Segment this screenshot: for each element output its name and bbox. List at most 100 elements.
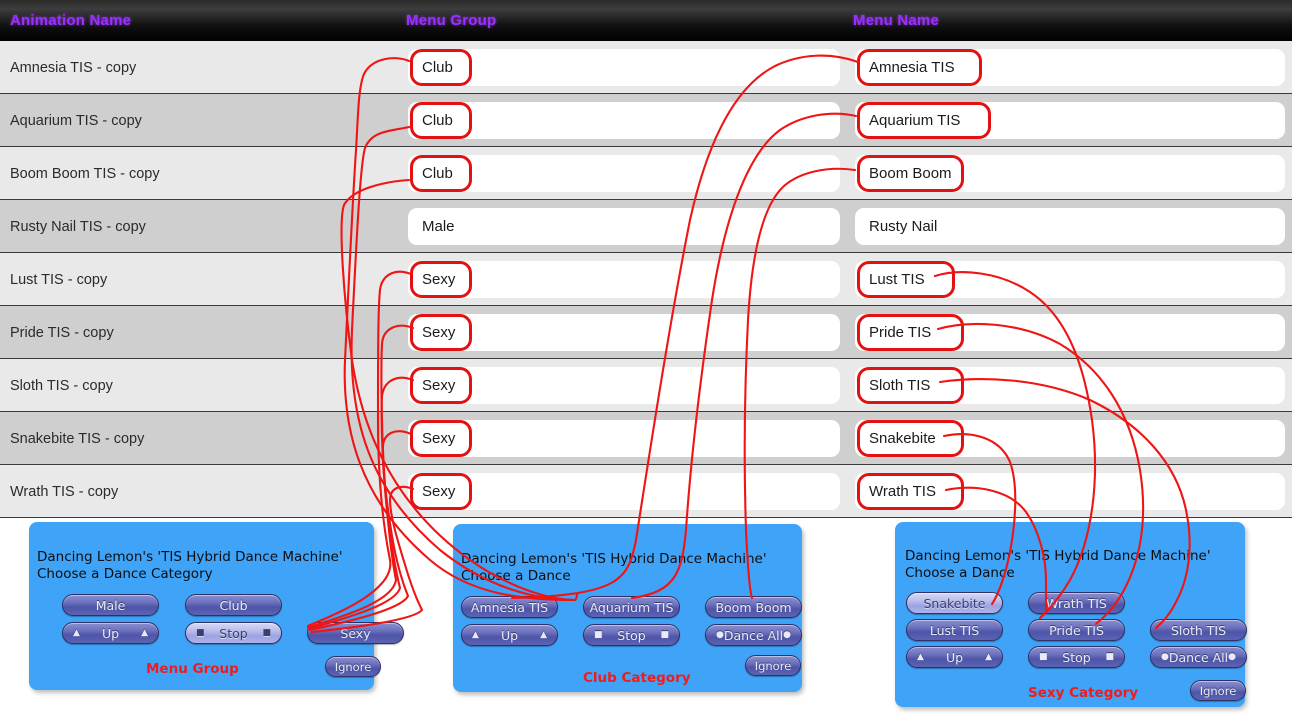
triangle-up-icon: ▲ [472, 629, 479, 640]
cell-animation-name: Wrath TIS - copy [10, 483, 119, 500]
cell-animation-name: Rusty Nail TIS - copy [10, 218, 146, 235]
square-icon: ■ [1039, 651, 1048, 662]
dialog-button-up[interactable]: ▲ Up ▲ [461, 624, 558, 646]
dialog-button-wrath-tis[interactable]: Wrath TIS [1028, 592, 1125, 614]
dialog-button-dance-all[interactable]: ● Dance All ● [1150, 646, 1247, 668]
dialog-button-ignore[interactable]: Ignore [325, 656, 381, 677]
dialog-button-ignore[interactable]: Ignore [745, 655, 801, 676]
dialog-menu-group[interactable]: Dancing Lemon's 'TIS Hybrid Dance Machin… [29, 522, 404, 690]
input-menu-name[interactable]: Lust TIS [855, 261, 1285, 298]
input-menu-name[interactable]: Snakebite [855, 420, 1285, 457]
input-menu-name[interactable]: Sloth TIS [855, 367, 1285, 404]
dialog-button-stop[interactable]: ■ Stop ■ [185, 622, 282, 644]
table-row: Snakebite TIS - copy Sexy Snakebite [0, 412, 1292, 465]
button-label: Aquarium TIS [589, 599, 674, 615]
dialog-sexy-category[interactable]: Dancing Lemon's 'TIS Hybrid Dance Machin… [895, 522, 1247, 707]
cell-animation-name: Pride TIS - copy [10, 324, 114, 341]
cell-animation-name: Lust TIS - copy [10, 271, 108, 288]
cell-animation-name: Aquarium TIS - copy [10, 112, 142, 129]
button-label: Stop [617, 627, 646, 643]
dialog-button-up[interactable]: ▲ Up ▲ [62, 622, 159, 644]
button-label: Snakebite [923, 595, 986, 611]
dialog-button-stop[interactable]: ■ Stop ■ [583, 624, 680, 646]
table-body: Amnesia TIS - copy Club Amnesia TIS Aquariu… [0, 41, 1292, 518]
triangle-up-icon-2: ▲ [540, 629, 547, 640]
dialog-button-stop[interactable]: ■ Stop ■ [1028, 646, 1125, 668]
button-label: Club [219, 597, 248, 613]
dialog-caption: Club Category [583, 670, 691, 686]
dialog-button-lust-tis[interactable]: Lust TIS [906, 619, 1003, 641]
dialog-button-aquarium-tis[interactable]: Aquarium TIS [583, 596, 680, 618]
table-row: Pride TIS - copy Sexy Pride TIS [0, 306, 1292, 359]
input-menu-group[interactable]: Club [408, 49, 840, 86]
table-row: Boom Boom TIS - copy Club Boom Boom [0, 147, 1292, 200]
button-label: Stop [1062, 649, 1091, 665]
dot-icon: ● [716, 629, 724, 640]
column-header-animation-name[interactable]: Animation Name [10, 0, 131, 41]
dialog-button-amnesia-tis[interactable]: Amnesia TIS [461, 596, 558, 618]
button-label: Amnesia TIS [470, 599, 549, 615]
dialog-title: Dancing Lemon's 'TIS Hybrid Dance Machin… [905, 548, 1211, 581]
input-menu-name[interactable]: Boom Boom [855, 155, 1285, 192]
dialog-club-category[interactable]: Dancing Lemon's 'TIS Hybrid Dance Machin… [453, 524, 802, 692]
input-menu-group[interactable]: Male [408, 208, 840, 245]
button-label: Stop [219, 625, 248, 641]
button-label: Pride TIS [1049, 622, 1104, 638]
dialog-button-club[interactable]: Club [185, 594, 282, 616]
dialog-caption: Menu Group [146, 661, 239, 677]
dialog-title: Dancing Lemon's 'TIS Hybrid Dance Machin… [461, 551, 767, 584]
triangle-up-icon-2: ▲ [985, 651, 992, 662]
square-icon-2: ■ [1105, 651, 1114, 662]
column-header-menu-name[interactable]: Menu Name [853, 0, 939, 41]
input-menu-group[interactable]: Sexy [408, 314, 840, 351]
dot-icon: ● [1161, 651, 1169, 662]
dialog-button-male[interactable]: Male [62, 594, 159, 616]
input-menu-name[interactable]: Aquarium TIS [855, 102, 1285, 139]
dialog-button-sloth-tis[interactable]: Sloth TIS [1150, 619, 1247, 641]
animation-table: Animation Name Menu Group Menu Name Amne… [0, 0, 1292, 518]
button-label: Wrath TIS [1046, 595, 1107, 611]
button-label: Ignore [334, 659, 372, 674]
input-menu-name[interactable]: Amnesia TIS [855, 49, 1285, 86]
button-label: Sexy [340, 625, 371, 641]
button-label: Ignore [1199, 683, 1237, 698]
button-label: Lust TIS [929, 622, 980, 638]
button-label: Up [500, 627, 519, 643]
input-menu-name[interactable]: Rusty Nail [855, 208, 1285, 245]
table-row: Aquarium TIS - copy Club Aquarium TIS [0, 94, 1292, 147]
button-label: Sloth TIS [1170, 622, 1227, 638]
input-menu-group[interactable]: Club [408, 155, 840, 192]
input-menu-group[interactable]: Sexy [408, 367, 840, 404]
table-row: Wrath TIS - copy Sexy Wrath TIS [0, 465, 1292, 518]
triangle-up-icon-2: ▲ [141, 627, 148, 638]
triangle-up-icon: ▲ [917, 651, 924, 662]
dot-icon-2: ● [783, 629, 791, 640]
dialog-button-up[interactable]: ▲ Up ▲ [906, 646, 1003, 668]
triangle-up-icon: ▲ [73, 627, 80, 638]
table-header-row: Animation Name Menu Group Menu Name [0, 0, 1292, 41]
column-header-menu-group[interactable]: Menu Group [406, 0, 496, 41]
input-menu-group[interactable]: Club [408, 102, 840, 139]
square-icon: ■ [594, 629, 603, 640]
dialog-button-sexy[interactable]: Sexy [307, 622, 404, 644]
dialog-caption: Sexy Category [1028, 685, 1139, 701]
dialog-button-ignore[interactable]: Ignore [1190, 680, 1246, 701]
input-menu-group[interactable]: Sexy [408, 473, 840, 510]
input-menu-name[interactable]: Pride TIS [855, 314, 1285, 351]
button-label: Male [95, 597, 126, 613]
dialog-button-dance-all[interactable]: ● Dance All ● [705, 624, 802, 646]
input-menu-group[interactable]: Sexy [408, 261, 840, 298]
dialog-button-boom-boom[interactable]: Boom Boom [705, 596, 802, 618]
screen: Animation Name Menu Group Menu Name Amne… [0, 0, 1292, 726]
button-label: Dance All [1168, 649, 1229, 665]
cell-animation-name: Amnesia TIS - copy [10, 59, 137, 76]
button-label: Boom Boom [715, 599, 792, 615]
input-menu-name[interactable]: Wrath TIS [855, 473, 1285, 510]
dialog-button-pride-tis[interactable]: Pride TIS [1028, 619, 1125, 641]
dialog-button-snakebite[interactable]: Snakebite [906, 592, 1003, 614]
input-menu-group[interactable]: Sexy [408, 420, 840, 457]
table-row: Lust TIS - copy Sexy Lust TIS [0, 253, 1292, 306]
table-row: Rusty Nail TIS - copy Male Rusty Nail [0, 200, 1292, 253]
square-icon-2: ■ [262, 627, 271, 638]
table-row: Sloth TIS - copy Sexy Sloth TIS [0, 359, 1292, 412]
